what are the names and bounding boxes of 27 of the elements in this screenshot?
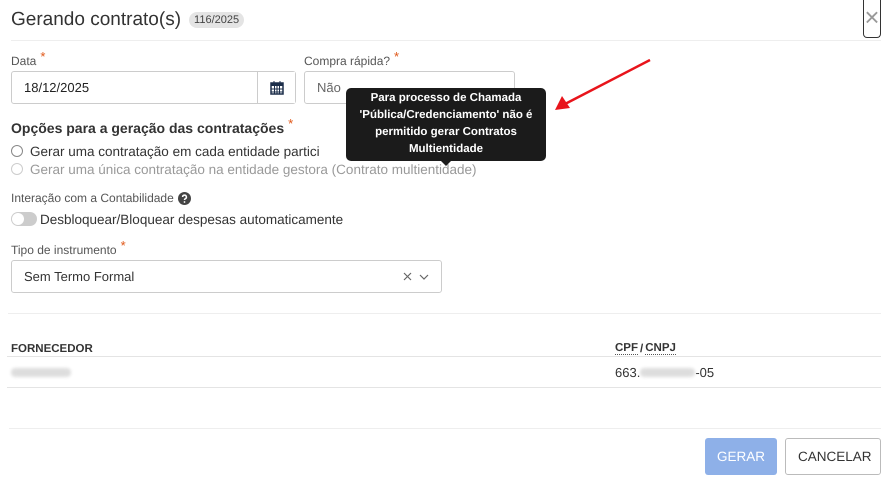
required-mark: * bbox=[120, 238, 126, 253]
radio-button[interactable] bbox=[11, 145, 23, 157]
table-cell: 663. bbox=[615, 364, 640, 380]
field-label: Interação com a Contabilidade bbox=[11, 191, 174, 205]
clear-icon[interactable] bbox=[403, 272, 412, 281]
column-header: CPF bbox=[615, 342, 638, 355]
field-label: Data bbox=[11, 54, 36, 68]
dialog-title: Gerando contrato(s) bbox=[11, 9, 182, 31]
radio-label: Gerar uma contratação em cada entidade partici bbox=[30, 144, 320, 158]
field-label: Tipo de instrumento bbox=[11, 243, 117, 257]
column-header: / bbox=[640, 342, 644, 354]
redacted-mark bbox=[640, 368, 696, 376]
table-cell: -05 bbox=[695, 364, 714, 380]
process-number-badge: 116/2025 bbox=[189, 12, 244, 28]
chevron-down-icon bbox=[419, 274, 429, 280]
toggle-switch[interactable] bbox=[11, 212, 37, 226]
column-header: CNPJ bbox=[645, 342, 676, 355]
toggle-label: Desbloquear/Bloquear despesas automaticamente bbox=[40, 212, 344, 226]
cancel-button[interactable]: CANCELAR bbox=[785, 438, 881, 475]
section-title: Opções para a geração das contratações bbox=[11, 120, 284, 136]
required-mark: * bbox=[394, 49, 400, 64]
field-label: Compra rápida? bbox=[304, 54, 390, 68]
column-header: FORNECEDOR bbox=[11, 342, 93, 354]
help-icon[interactable] bbox=[178, 192, 191, 204]
required-mark: * bbox=[40, 49, 46, 64]
instrument-select[interactable]: Sem Termo Formal bbox=[11, 260, 442, 293]
required-mark: * bbox=[288, 116, 294, 131]
